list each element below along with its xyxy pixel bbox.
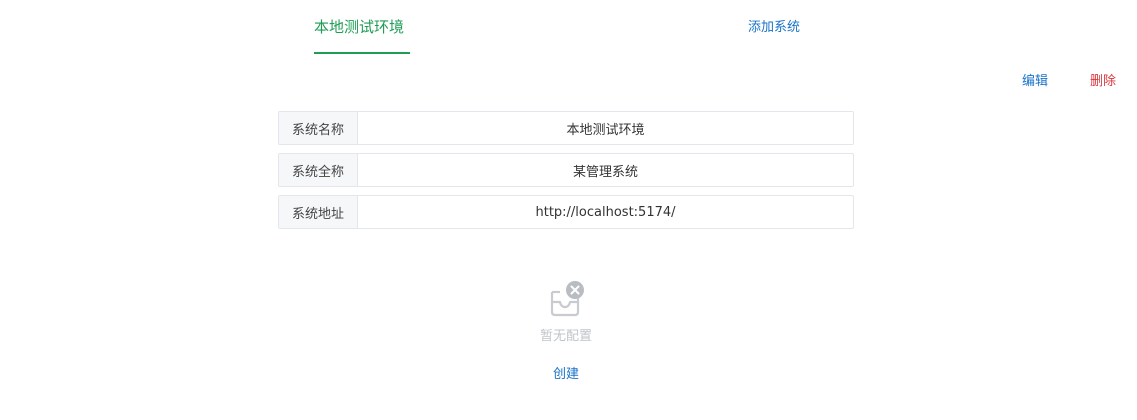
empty-state-text: 暂无配置 [539, 329, 592, 344]
detail-value: 本地测试环境 [566, 122, 645, 138]
delete-link[interactable]: 删除 [1090, 73, 1116, 91]
detail-label: 系统名称 [279, 112, 358, 144]
create-link[interactable]: 创建 [536, 366, 596, 384]
add-system-link[interactable]: 添加系统 [748, 19, 800, 37]
detail-label: 系统地址 [279, 196, 358, 228]
edit-link[interactable]: 编辑 [1022, 73, 1048, 91]
empty-inbox-icon [548, 280, 586, 318]
detail-label: 系统全称 [279, 154, 358, 186]
detail-row-system-address: 系统地址 http://localhost:5174/ [278, 195, 854, 229]
detail-value: 某管理系统 [572, 164, 638, 180]
tab-local-test-env[interactable]: 本地测试环境 [314, 17, 410, 37]
system-config-page: 本地测试环境 添加系统 编辑 删除 系统名称 本地测试环境 系统全称 某管理系统… [0, 0, 1137, 420]
detail-row-system-fullname: 系统全称 某管理系统 [278, 153, 854, 187]
detail-row-system-name: 系统名称 本地测试环境 [278, 111, 854, 145]
detail-value: http://localhost:5174/ [535, 204, 676, 220]
active-tab-indicator [314, 52, 410, 54]
